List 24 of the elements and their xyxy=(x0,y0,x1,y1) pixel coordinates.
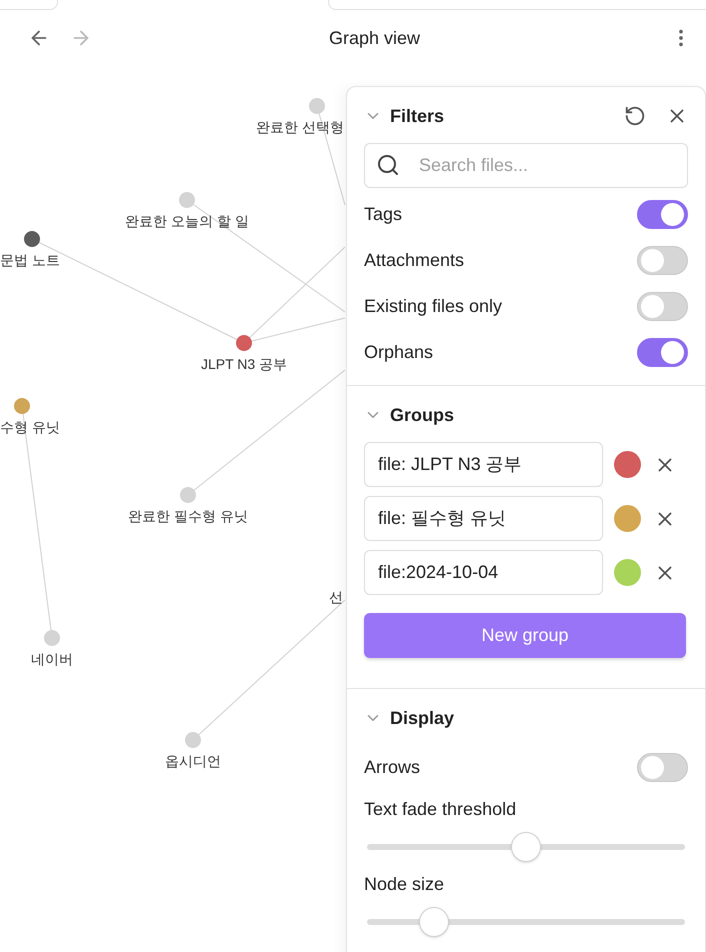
toggle-label: Tags xyxy=(364,203,402,226)
node-label: 완료한 선택형 xyxy=(256,120,344,134)
slider-label: Text fade threshold xyxy=(364,798,518,821)
search-field[interactable]: Search files... xyxy=(364,143,688,188)
node-label: 수형 유닛 xyxy=(0,420,60,434)
view-title: Graph view xyxy=(328,26,420,50)
section-title: Display xyxy=(390,706,454,730)
node-label: 선 xyxy=(329,590,343,604)
toggle-label: Orphans xyxy=(364,341,434,364)
slider-label: Node size xyxy=(364,873,446,896)
toggle-label: Arrows xyxy=(364,756,420,779)
section-title: Groups xyxy=(390,404,454,427)
group-query-field[interactable]: file:2024-10-04 xyxy=(364,550,603,595)
node-label: 문법 노트 xyxy=(0,253,60,267)
node-label: 옵시디언 xyxy=(165,754,221,768)
group-query-field[interactable]: file: JLPT N3 공부 xyxy=(364,442,603,487)
section-title: Filters xyxy=(390,104,444,128)
group-query-field[interactable]: file: 필수형 유닛 xyxy=(364,496,603,541)
node-label: 완료한 오늘의 할 일 xyxy=(125,214,249,228)
node-label: 완료한 필수형 유닛 xyxy=(128,509,248,523)
node-label: JLPT N3 공부 xyxy=(200,357,288,371)
toggle-label: Attachments xyxy=(364,249,464,272)
node-label: 네이버 xyxy=(31,652,73,666)
toggle-label: Existing files only xyxy=(364,295,502,318)
